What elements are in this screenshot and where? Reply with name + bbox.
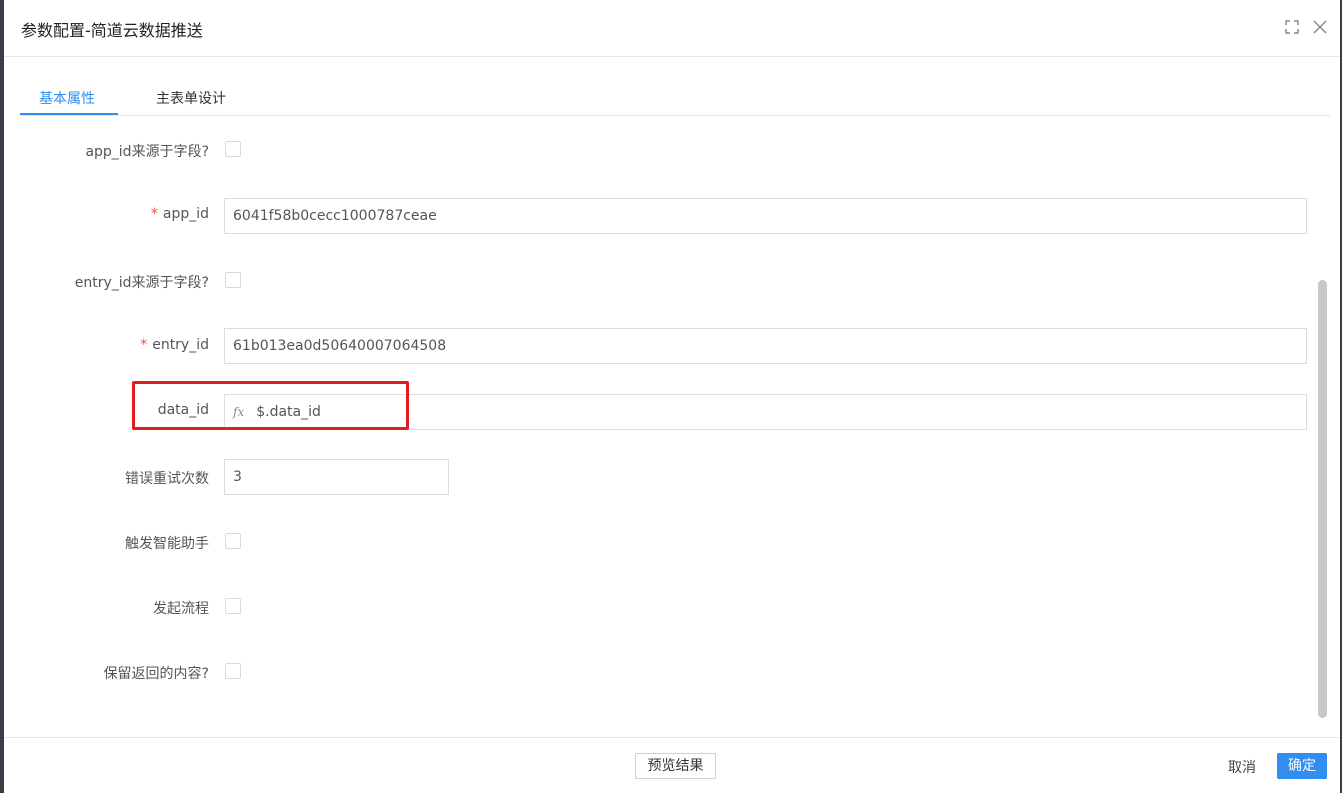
required-mark: * [140,337,148,353]
confirm-button[interactable]: 确定 [1277,753,1327,779]
dialog-footer: 预览结果 取消 确定 [4,737,1340,794]
fx-icon[interactable]: fx [233,405,244,419]
entry-id-label-text: entry_id [152,337,209,353]
tab-main-form-design[interactable]: 主表单设计 [156,88,226,108]
close-icon[interactable] [1312,19,1328,35]
entry-id-from-field-checkbox[interactable] [225,272,241,288]
keep-response-checkbox[interactable] [225,663,241,679]
start-process-checkbox[interactable] [225,598,241,614]
data-id-value: $.data_id [256,404,321,420]
app-id-label: * app_id [151,206,209,222]
entry-id-input[interactable]: 61b013ea0d50640007064508 [224,328,1307,364]
scrollbar[interactable] [1318,280,1327,718]
tab-basic-properties[interactable]: 基本属性 [39,88,95,108]
required-mark: * [150,206,158,222]
app-id-from-field-checkbox[interactable] [225,141,241,157]
config-dialog: 参数配置-简道云数据推送 基本属性 主表单设计 app_id来源于字段? * ap… [4,0,1340,793]
entry-id-from-field-label: entry_id来源于字段? [74,275,209,291]
app-id-from-field-label: app_id来源于字段? [85,144,209,160]
entry-id-label: * entry_id [140,337,209,353]
maximize-icon[interactable] [1284,19,1300,35]
data-id-input[interactable]: fx $.data_id [224,394,1307,430]
trigger-assistant-checkbox[interactable] [225,533,241,549]
app-id-input[interactable]: 6041f58b0cecc1000787ceae [224,198,1307,234]
retry-count-input[interactable]: 3 [224,459,449,495]
preview-result-button[interactable]: 预览结果 [635,753,716,779]
dialog-header: 参数配置-简道云数据推送 [4,0,1340,57]
active-tab-indicator [20,113,118,115]
trigger-assistant-label: 触发智能助手 [125,536,209,552]
dialog-title: 参数配置-简道云数据推送 [21,21,203,40]
keep-response-label: 保留返回的内容? [103,666,209,682]
data-id-label: data_id [157,402,209,418]
tab-bar: 基本属性 主表单设计 [20,82,1330,116]
cancel-button[interactable]: 取消 [1228,757,1256,777]
retry-count-label: 错误重试次数 [125,471,209,487]
app-id-label-text: app_id [162,206,209,222]
start-process-label: 发起流程 [153,601,209,617]
